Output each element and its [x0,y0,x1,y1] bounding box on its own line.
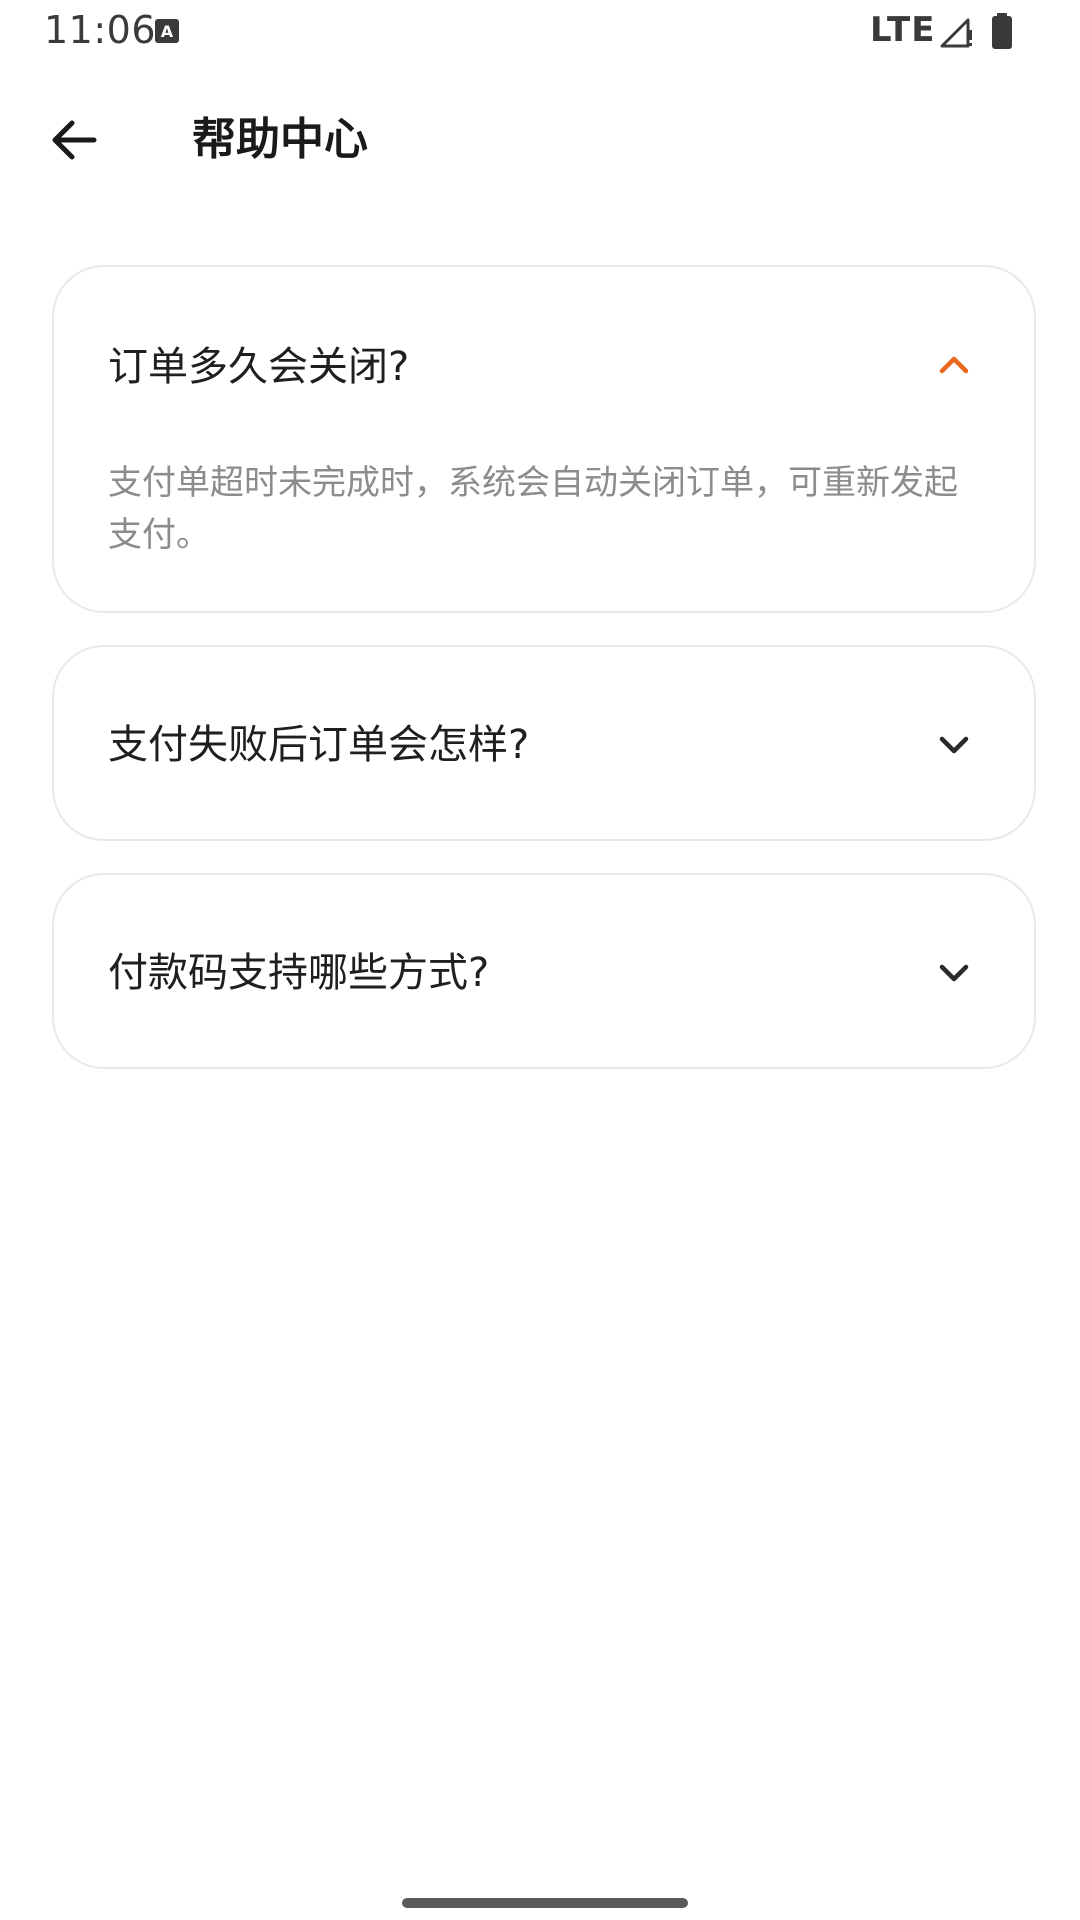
status-bar: 11:06 A LTE [0,0,1080,70]
back-button[interactable] [36,102,112,178]
chevron-down-icon [934,725,974,765]
network-type-label: LTE [870,10,936,50]
faq-card: 订单多久会关闭? 支付单超时未完成时，系统会自动关闭订单，可重新发起支付。 [52,265,1036,613]
chevron-up-icon [934,345,974,385]
faq-question: 付款码支持哪些方式? [108,950,490,996]
svg-text:A: A [161,22,174,41]
battery-icon [990,12,1014,50]
app-bar: 帮助中心 [0,70,1080,210]
signal-icon [938,14,974,50]
chevron-down-icon [934,953,974,993]
faq-question: 支付失败后订单会怎样? [108,722,530,768]
arrow-left-icon [52,120,97,160]
faq-header[interactable]: 付款码支持哪些方式? [54,875,1034,1071]
faq-card: 支付失败后订单会怎样? [52,645,1036,841]
faq-answer: 支付单超时未完成时，系统会自动关闭订单，可重新发起支付。 [108,463,958,555]
faq-header[interactable]: 支付失败后订单会怎样? [54,647,1034,843]
faq-header[interactable]: 订单多久会关闭? [54,267,1034,467]
faq-question: 订单多久会关闭? [108,344,410,390]
text-a-icon: A [154,18,180,44]
faq-list: 订单多久会关闭? 支付单超时未完成时，系统会自动关闭订单，可重新发起支付。 支付… [52,265,1036,1101]
page-title: 帮助中心 [192,114,368,165]
status-time: 11:06 [44,8,157,52]
faq-card: 付款码支持哪些方式? [52,873,1036,1069]
home-indicator[interactable] [402,1898,688,1908]
